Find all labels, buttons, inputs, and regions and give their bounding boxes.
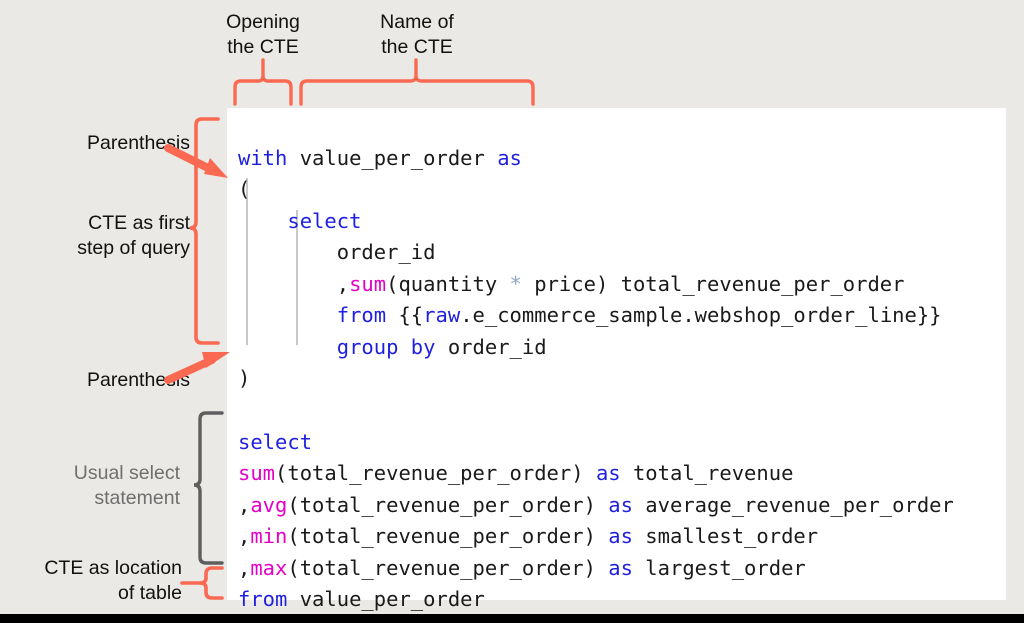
sql-code-cte-block[interactable]: with value_per_order as ( select order_i…: [238, 143, 942, 395]
annotation-opening-the-cte: Opening the CTE: [200, 10, 326, 60]
brace-cte-as-first-step: [190, 119, 218, 343]
annotation-cte-as-location-of-table: CTE as location of table: [6, 556, 182, 606]
brace-usual-select-statement: [194, 413, 222, 563]
annotation-cte-as-first-step: CTE as first step of query: [20, 211, 190, 261]
annotation-usual-select-statement: Usual select statement: [14, 461, 180, 511]
brace-name-of-the-cte: [301, 76, 533, 104]
annotation-parenthesis-open: Parenthesis: [24, 131, 190, 156]
annotation-parenthesis-close: Parenthesis: [24, 368, 190, 393]
diagram-canvas: with value_per_order as ( select order_i…: [0, 0, 1024, 623]
annotation-name-of-the-cte: Name of the CTE: [352, 10, 482, 60]
bottom-black-bar: [0, 614, 1024, 623]
brace-cte-as-location: [200, 568, 222, 598]
sql-code-final-select-block[interactable]: select sum(total_revenue_per_order) as t…: [238, 427, 954, 616]
brace-opening-the-cte: [235, 76, 291, 104]
